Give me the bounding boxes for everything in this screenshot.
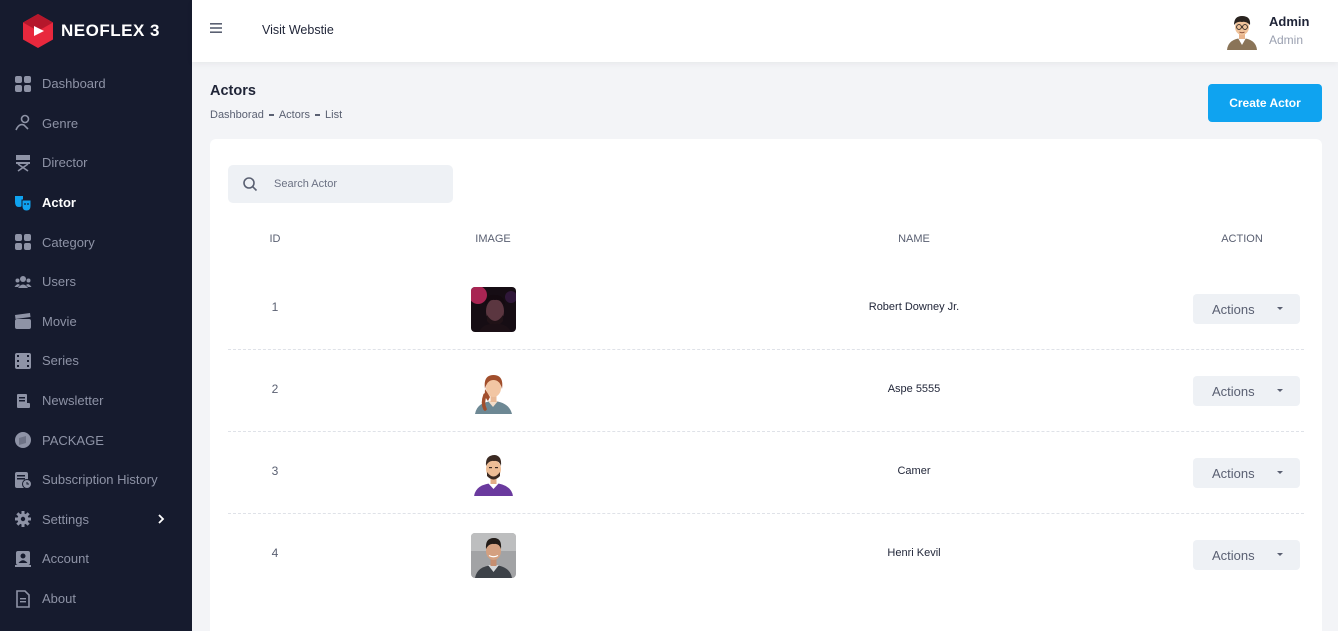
actor-name: Henri Kevil: [887, 547, 941, 559]
sidebar-item-subscription-history[interactable]: Subscription History: [0, 460, 192, 500]
table-row: 4 Henri Kevil Actions: [228, 514, 1304, 596]
column-header-name: NAME: [898, 233, 930, 245]
sidebar-item-label: Director: [42, 155, 88, 171]
sidebar-item-genre[interactable]: Genre: [0, 104, 192, 144]
category-icon: [14, 233, 32, 251]
sidebar-item-dashboard[interactable]: Dashboard: [0, 64, 192, 104]
sidebar-item-category[interactable]: Category: [0, 222, 192, 262]
caret-down-icon: [1277, 389, 1283, 392]
brand-name: NEOFLEX 3: [61, 21, 160, 40]
hamburger-menu-icon[interactable]: [208, 20, 224, 36]
users-icon: [14, 273, 32, 291]
breadcrumb-item-list: List: [325, 109, 343, 121]
top-bar: Visit Webstie Admin Admin: [192, 0, 1338, 62]
actor-image: [471, 533, 516, 578]
caret-down-icon: [1277, 307, 1283, 310]
sidebar-item-about[interactable]: About: [0, 579, 192, 619]
visit-website-link[interactable]: Visit Webstie: [262, 23, 334, 37]
actor-masks-icon: [14, 194, 32, 212]
sidebar-item-label: Users: [42, 274, 76, 290]
sidebar-item-package[interactable]: PACKAGE: [0, 420, 192, 460]
actor-name: Aspe 5555: [887, 383, 941, 395]
search-box[interactable]: [228, 165, 453, 203]
gear-icon: [14, 510, 32, 528]
sidebar-item-director[interactable]: Director: [0, 143, 192, 183]
sidebar-item-label: About: [42, 591, 76, 607]
sidebar-item-users[interactable]: Users: [0, 262, 192, 302]
actors-table-card: ID IMAGE NAME ACTION 1 Robert Downey Jr.…: [210, 139, 1322, 631]
about-document-icon: [14, 589, 32, 608]
column-header-action: ACTION: [1221, 233, 1263, 245]
sidebar-item-label: Genre: [42, 115, 79, 131]
actions-button-label: Actions: [1212, 547, 1255, 563]
actor-name: Robert Downey Jr.: [868, 301, 960, 313]
sidebar-item-label: Newsletter: [42, 393, 104, 409]
sidebar-item-label: Dashboard: [42, 76, 106, 92]
breadcrumb-item-actors[interactable]: Actors: [279, 109, 310, 121]
breadcrumb-separator: [268, 114, 274, 116]
table-row: 1 Robert Downey Jr. Actions: [228, 268, 1304, 350]
column-header-image: IMAGE: [475, 233, 511, 245]
actor-id: 4: [271, 546, 279, 560]
subscription-history-icon: [14, 471, 32, 489]
actor-name: Camer: [897, 465, 931, 477]
column-header-id: ID: [269, 233, 281, 245]
genre-icon: [14, 114, 32, 132]
actor-image: [471, 451, 516, 496]
sidebar-item-label: Account: [42, 551, 89, 567]
caret-down-icon: [1277, 471, 1283, 474]
brand[interactable]: NEOFLEX 3: [0, 0, 192, 62]
user-name: Admin: [1269, 14, 1310, 29]
search-input[interactable]: [274, 165, 444, 203]
table-row: 3 Camer Actions: [228, 432, 1304, 514]
account-icon: [14, 550, 32, 568]
table-row: 2 Aspe 5555 Actions: [228, 350, 1304, 432]
sidebar-item-movie[interactable]: Movie: [0, 302, 192, 342]
sidebar-nav: Dashboard Genre Director Actor Category: [0, 64, 192, 618]
user-role: Admin: [1269, 33, 1304, 47]
actions-button-label: Actions: [1212, 301, 1255, 317]
sidebar-item-label: Actor: [42, 195, 76, 211]
breadcrumb: Dashborad Actors List: [210, 109, 342, 121]
actions-button-label: Actions: [1212, 383, 1255, 399]
sidebar-item-label: Movie: [42, 313, 77, 329]
actor-image: [471, 287, 516, 332]
sidebar-item-series[interactable]: Series: [0, 341, 192, 381]
sidebar-item-label: Subscription History: [42, 472, 158, 488]
sidebar-item-label: Series: [42, 353, 79, 369]
actions-dropdown-button[interactable]: Actions: [1193, 294, 1300, 324]
newsletter-icon: [14, 392, 32, 410]
dashboard-icon: [14, 75, 32, 93]
actions-dropdown-button[interactable]: Actions: [1193, 540, 1300, 570]
sidebar-item-label: Category: [42, 234, 95, 250]
caret-down-icon: [1277, 553, 1283, 556]
create-actor-button[interactable]: Create Actor: [1208, 84, 1322, 122]
package-icon: [14, 431, 32, 449]
actions-dropdown-button[interactable]: Actions: [1193, 376, 1300, 406]
actions-dropdown-button[interactable]: Actions: [1193, 458, 1300, 488]
sidebar-item-settings[interactable]: Settings: [0, 500, 192, 540]
breadcrumb-separator: [315, 114, 321, 116]
sidebar-item-label: Settings: [42, 511, 89, 527]
series-film-icon: [14, 352, 32, 370]
sidebar-item-label: PACKAGE: [42, 432, 104, 448]
avatar[interactable]: [1224, 12, 1260, 50]
breadcrumb-item-dashboard[interactable]: Dashborad: [210, 109, 264, 121]
search-icon: [243, 177, 258, 192]
sidebar: NEOFLEX 3 Dashboard Genre Director Actor: [0, 0, 192, 631]
sidebar-item-account[interactable]: Account: [0, 539, 192, 579]
actor-id: 2: [271, 382, 279, 396]
sidebar-item-actor[interactable]: Actor: [0, 183, 192, 223]
actor-id: 3: [271, 464, 279, 478]
movie-clapper-icon: [14, 312, 32, 330]
actor-id: 1: [271, 300, 279, 314]
chevron-right-icon: [158, 513, 165, 524]
sidebar-item-newsletter[interactable]: Newsletter: [0, 381, 192, 421]
page-title: Actors: [210, 83, 256, 99]
actor-image: [471, 369, 516, 414]
actions-button-label: Actions: [1212, 465, 1255, 481]
neoflex-logo-icon: [23, 14, 53, 48]
director-chair-icon: [14, 154, 32, 172]
